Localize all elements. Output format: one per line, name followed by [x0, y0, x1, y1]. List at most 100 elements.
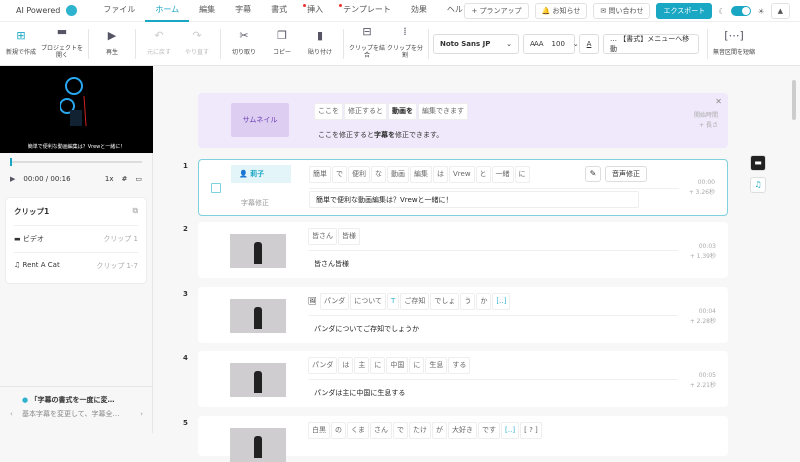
- user-avatar-icon[interactable]: [66, 5, 78, 16]
- clip-thumbnail[interactable]: [230, 363, 286, 397]
- word-chip[interactable]: 一緒: [491, 166, 514, 183]
- word-chip[interactable]: が: [432, 422, 447, 439]
- paste-button[interactable]: ▮ 貼り付け: [301, 30, 339, 56]
- play-button[interactable]: ▶ 再生: [93, 30, 131, 56]
- word-chip[interactable]: くま: [347, 422, 369, 439]
- word-chip[interactable]: パンダ: [319, 293, 350, 310]
- cut-button[interactable]: ✂ 切り取り: [225, 30, 263, 56]
- word-chip[interactable]: に: [370, 357, 386, 374]
- format-menu-button[interactable]: … 【書式】メニューへ移動: [603, 33, 699, 54]
- clip-row[interactable]: 白黒のくま さんでたけが大好き です [‥][ ? ]: [198, 416, 728, 462]
- word-chip[interactable]: です: [478, 422, 500, 439]
- clip-row[interactable]: パンダは主に中国に生息 する パンダは主に中国に生息する 00:05 + 2.21秒: [198, 351, 728, 407]
- menu-item[interactable]: ホーム: [145, 0, 190, 22]
- theme-toggle[interactable]: [731, 6, 752, 16]
- word-chip[interactable]: う: [460, 293, 476, 310]
- word-chip[interactable]: する: [448, 357, 471, 374]
- redo-button[interactable]: ↷ やり直す: [178, 30, 216, 56]
- word-chip[interactable]: Vrew: [449, 166, 475, 183]
- split-clip-button[interactable]: ⁞ クリップを分割: [386, 26, 424, 59]
- word-chip[interactable]: 主: [354, 357, 370, 374]
- font-color-button[interactable]: A: [579, 33, 599, 54]
- word-chip[interactable]: 皆様: [338, 228, 360, 245]
- clip-thumbnail[interactable]: [230, 234, 286, 268]
- word-chip[interactable]: 編集できます: [418, 103, 468, 120]
- edit-button[interactable]: ✎: [585, 166, 601, 182]
- word-chip[interactable]: 白黒: [308, 422, 330, 439]
- grid-icon[interactable]: #: [122, 175, 128, 183]
- undo-button[interactable]: ↶ 元に戻す: [140, 30, 178, 56]
- word-chip[interactable]: たけ: [409, 422, 431, 439]
- contact-button[interactable]: ✉ 問い合わせ: [593, 3, 651, 19]
- video-preview[interactable]: 簡単で便利な動画編集は？Vrewと一緒に！: [0, 66, 153, 153]
- word-chip[interactable]: で: [393, 422, 408, 439]
- clip-row-music[interactable]: ♫ Rent A Cat クリップ 1-7: [14, 252, 138, 279]
- menu-item[interactable]: ファイル: [93, 0, 145, 22]
- thumbnail-button[interactable]: サムネイル: [231, 103, 289, 137]
- word-chip[interactable]: に: [409, 357, 425, 374]
- open-project-button[interactable]: ▬ プロジェクトを開く: [40, 26, 84, 59]
- shorten-silence-button[interactable]: [⋯] 無音区間を短縮: [712, 30, 756, 56]
- word-chip[interactable]: さん: [370, 422, 392, 439]
- clip-row[interactable]: 🖼 パンダ について T ご存知 でしょうか [‥] パンダについてご存知でしょうか 00:04…: [198, 287, 728, 343]
- word-chip[interactable]: でしょ: [430, 293, 460, 310]
- word-chip[interactable]: な: [371, 166, 386, 183]
- word-chip[interactable]: [‥]: [501, 422, 520, 439]
- word-chip[interactable]: パンダ: [308, 357, 338, 374]
- word-chip[interactable]: で: [332, 166, 347, 183]
- word-chip[interactable]: ここを: [314, 103, 343, 120]
- clip-thumbnail[interactable]: [230, 428, 286, 462]
- close-icon[interactable]: ✕: [715, 97, 722, 106]
- word-chip[interactable]: 便利: [348, 166, 370, 183]
- external-link-icon[interactable]: ⧉: [133, 206, 138, 217]
- seek-bar[interactable]: [10, 158, 142, 166]
- scrollbar[interactable]: [792, 80, 796, 120]
- word-chip[interactable]: 修正すると: [344, 103, 387, 120]
- subtitle-text[interactable]: 皆さん皆様: [314, 259, 349, 269]
- clip-row[interactable]: 皆さん 皆様 皆さん皆様 00:03 + 1.39秒: [198, 222, 728, 278]
- word-chip[interactable]: か: [476, 293, 492, 310]
- word-chip[interactable]: 大好き: [448, 422, 477, 439]
- copy-button[interactable]: ❐ コピー: [263, 30, 301, 56]
- font-size-select[interactable]: ꜲA 100 ⌄: [523, 33, 579, 54]
- word-chip[interactable]: [ ? ]: [520, 422, 542, 439]
- word-chip[interactable]: 皆さん: [308, 228, 337, 245]
- font-select[interactable]: Noto Sans JP ⌄: [433, 33, 519, 54]
- chevron-left-icon[interactable]: ‹: [10, 410, 13, 418]
- word-chip[interactable]: の: [331, 422, 346, 439]
- word-chip[interactable]: 生息: [425, 357, 448, 374]
- speed-button[interactable]: 1x: [105, 175, 114, 183]
- word-chip[interactable]: に: [514, 166, 530, 183]
- checkbox[interactable]: [211, 183, 221, 193]
- word-chip[interactable]: 動画: [387, 166, 409, 183]
- voice-edit-button[interactable]: 音声修正: [605, 166, 647, 182]
- clip-row-video[interactable]: ▬ ビデオ クリップ 1: [14, 225, 138, 252]
- menu-item[interactable]: テンプレート: [333, 0, 401, 22]
- menu-item[interactable]: 効果: [401, 0, 437, 22]
- word-chip[interactable]: 簡単: [309, 166, 331, 183]
- subtitle-text[interactable]: パンダは主に中国に生息する: [314, 388, 405, 398]
- export-button[interactable]: エクスポート: [656, 3, 713, 19]
- speaker-tag[interactable]: 👤 莉子: [231, 165, 291, 183]
- plan-up-button[interactable]: + プランアップ: [464, 3, 529, 19]
- menu-item[interactable]: 字幕: [225, 0, 261, 22]
- word-chip[interactable]: T: [387, 293, 400, 310]
- music-track-icon[interactable]: ♫: [750, 177, 766, 193]
- menu-item[interactable]: 挿入: [297, 0, 333, 22]
- word-chip[interactable]: 動画を: [388, 103, 417, 120]
- subtitle-text[interactable]: パンダについてご存知でしょうか: [314, 324, 419, 334]
- collapse-button[interactable]: ▲: [770, 3, 790, 19]
- subtitle-toggle-icon[interactable]: ▭: [135, 175, 142, 183]
- clip-thumbnail[interactable]: [230, 299, 286, 333]
- video-track-icon[interactable]: ▬: [750, 155, 766, 171]
- menu-item[interactable]: 書式: [261, 0, 297, 22]
- subtitle-text[interactable]: 簡単で便利な動画編集は？Vrewと一緒に！: [309, 191, 639, 208]
- word-chip[interactable]: と: [475, 166, 491, 183]
- merge-clip-button[interactable]: ⊟ クリップを結合: [348, 26, 386, 59]
- word-chip[interactable]: は: [338, 357, 354, 374]
- word-chip[interactable]: について: [350, 293, 387, 310]
- word-chip[interactable]: 編集: [410, 166, 432, 183]
- tip-carousel[interactable]: ‹ ● 「字幕の書式を一度に変… 基本字幕を変更して、字幕全… ›: [0, 386, 153, 433]
- menu-item[interactable]: 編集: [189, 0, 225, 22]
- notice-button[interactable]: 🔔 お知らせ: [534, 3, 588, 19]
